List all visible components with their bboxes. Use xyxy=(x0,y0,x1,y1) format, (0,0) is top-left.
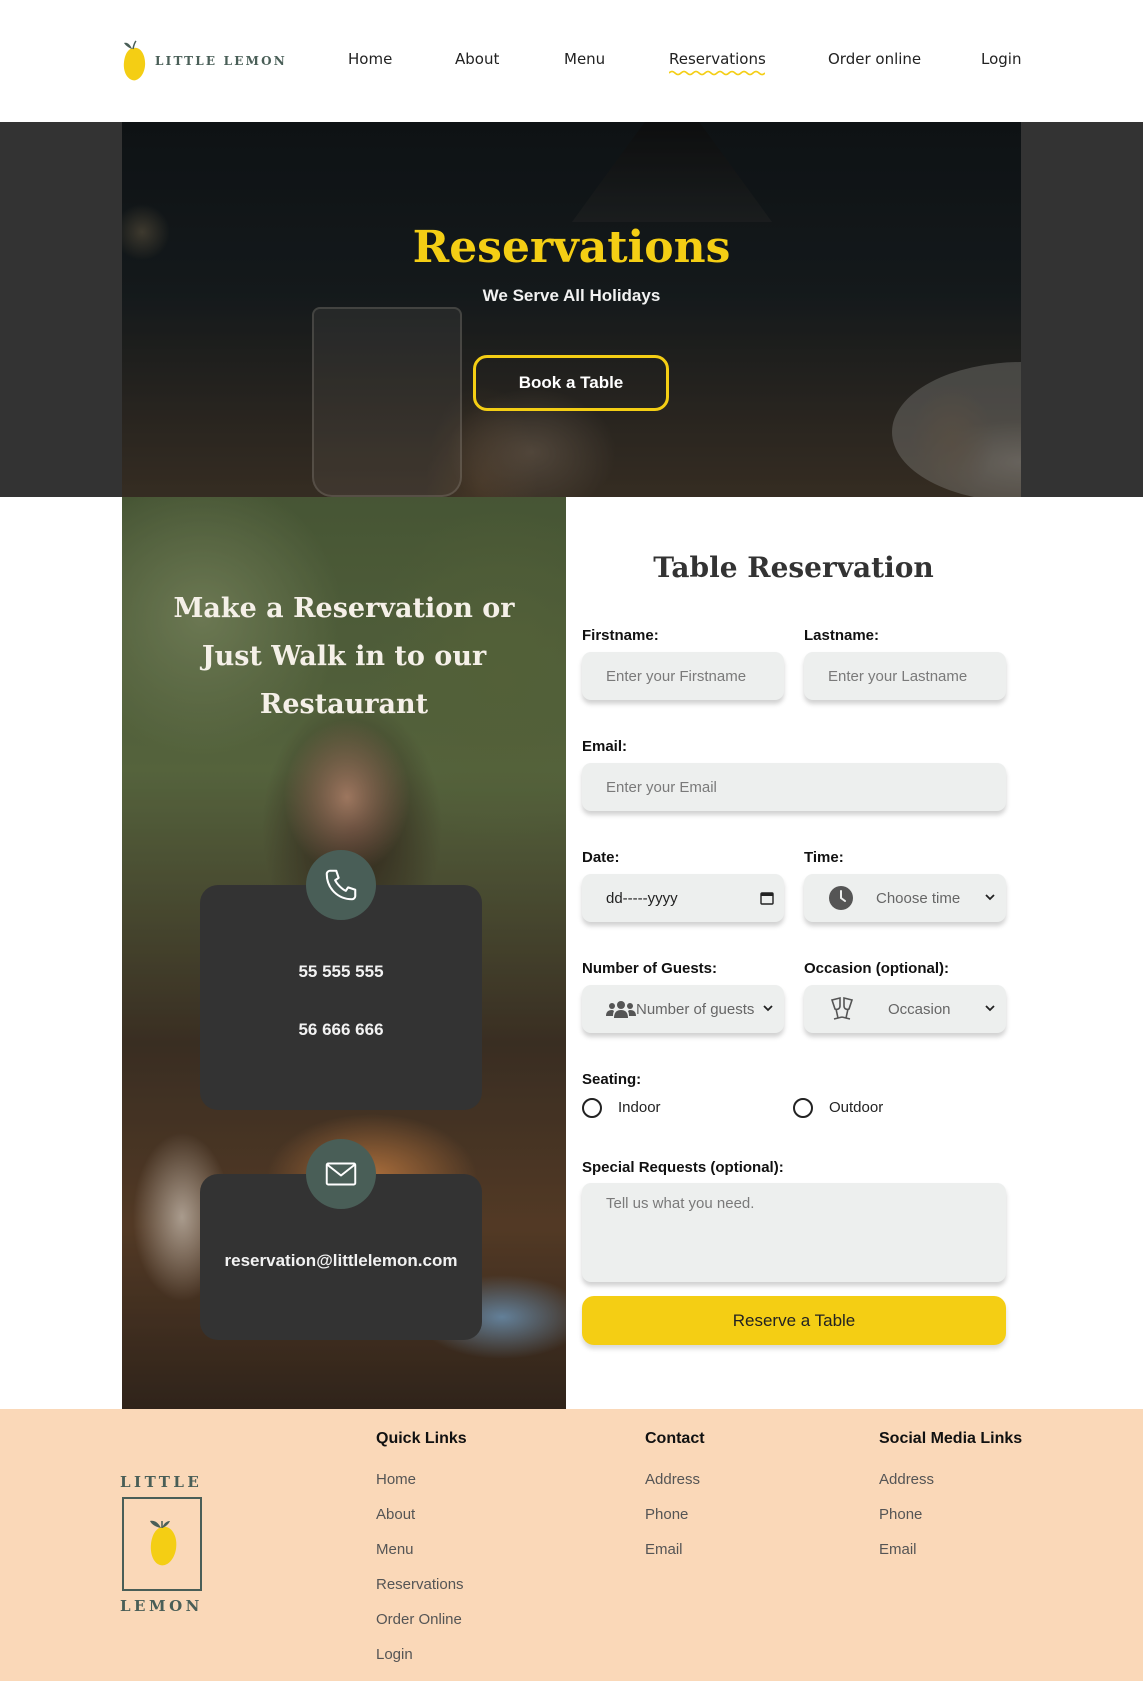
time-select[interactable]: Choose time xyxy=(804,874,1006,922)
date-input[interactable]: dd-----yyyy xyxy=(582,874,784,922)
email-card: reservation@littlelemon.com xyxy=(200,1139,482,1340)
footer-social-address[interactable]: Address xyxy=(879,1471,934,1488)
guests-select[interactable]: Number of guests xyxy=(582,985,784,1033)
guests-placeholder: Number of guests xyxy=(636,1000,755,1018)
site-footer: LITTLE LEMON Quick Links Home About Menu… xyxy=(0,1409,1143,1681)
phone-number-1[interactable]: 55 555 555 xyxy=(200,962,482,982)
contact-panel: Make a Reservation or Just Walk in to ou… xyxy=(122,497,566,1409)
time-label: Time: xyxy=(804,849,844,866)
email-input[interactable] xyxy=(606,778,1006,796)
footer-social-email[interactable]: Email xyxy=(879,1541,917,1558)
footer-link-login[interactable]: Login xyxy=(376,1646,413,1663)
footer-logo[interactable]: LITTLE LEMON xyxy=(120,1473,204,1615)
hero-section: Reservations We Serve All Holidays Book … xyxy=(0,122,1143,497)
footer-contact-address[interactable]: Address xyxy=(645,1471,700,1488)
seating-indoor-radio[interactable] xyxy=(582,1098,602,1118)
lastname-label: Lastname: xyxy=(804,627,880,644)
hero-subtitle: We Serve All Holidays xyxy=(482,286,661,305)
seating-indoor-label[interactable]: Indoor xyxy=(618,1099,661,1116)
chevron-down-icon xyxy=(985,1005,995,1012)
cheers-icon xyxy=(830,996,854,1020)
footer-contact-heading: Contact xyxy=(645,1430,705,1447)
time-placeholder: Choose time xyxy=(876,889,961,907)
seating-outdoor-label[interactable]: Outdoor xyxy=(829,1099,883,1116)
footer-link-about[interactable]: About xyxy=(376,1506,415,1523)
footer-link-reservations[interactable]: Reservations xyxy=(376,1576,464,1593)
footer-logo-bottom: LEMON xyxy=(120,1597,203,1615)
requests-textarea[interactable] xyxy=(606,1195,1006,1246)
footer-logo-top: LITTLE xyxy=(120,1473,203,1491)
nav-menu[interactable]: Menu xyxy=(564,50,605,68)
hero-background-image xyxy=(122,122,1021,497)
occasion-label: Occasion (optional): xyxy=(804,960,950,977)
footer-contact-email[interactable]: Email xyxy=(645,1541,683,1558)
requests-label: Special Requests (optional): xyxy=(582,1159,784,1176)
occasion-select[interactable]: Occasion xyxy=(804,985,1006,1033)
nav-home[interactable]: Home xyxy=(348,50,392,68)
chevron-down-icon xyxy=(763,1005,773,1012)
footer-quick-links-heading: Quick Links xyxy=(376,1430,467,1447)
requests-field[interactable] xyxy=(582,1183,1006,1282)
date-label: Date: xyxy=(582,849,620,866)
seating-outdoor-radio[interactable] xyxy=(793,1098,813,1118)
occasion-placeholder: Occasion xyxy=(888,1000,951,1018)
chevron-down-icon xyxy=(985,894,995,901)
lemon-logo-icon xyxy=(121,40,147,82)
lastname-input[interactable] xyxy=(828,667,1006,685)
lastname-field[interactable] xyxy=(804,652,1006,700)
clock-icon xyxy=(829,886,853,910)
contact-email[interactable]: reservation@littlelemon.com xyxy=(200,1251,482,1271)
nav-order-online[interactable]: Order online xyxy=(828,50,921,68)
mail-icon xyxy=(306,1139,376,1209)
contact-panel-title: Make a Reservation or Just Walk in to ou… xyxy=(173,593,515,720)
nav-reservations[interactable]: Reservations xyxy=(669,50,766,76)
guests-label: Number of Guests: xyxy=(582,960,718,977)
footer-link-menu[interactable]: Menu xyxy=(376,1541,414,1558)
footer-social-phone[interactable]: Phone xyxy=(879,1506,922,1523)
calendar-icon[interactable] xyxy=(760,891,774,905)
phone-number-2[interactable]: 56 666 666 xyxy=(200,1020,482,1040)
firstname-field[interactable] xyxy=(582,652,784,700)
site-logo[interactable]: LITTLE LEMON xyxy=(121,40,287,82)
hero-title: Reservations xyxy=(412,222,731,273)
users-icon xyxy=(606,1001,636,1018)
lemon-logo-icon xyxy=(122,1497,202,1591)
footer-link-order-online[interactable]: Order Online xyxy=(376,1611,462,1628)
active-underline xyxy=(669,70,765,76)
site-header: LITTLE LEMON Home About Menu Reservation… xyxy=(0,0,1143,122)
email-label: Email: xyxy=(582,738,628,755)
form-title: Table Reservation xyxy=(653,551,934,584)
phone-card: 55 555 555 56 666 666 xyxy=(200,850,482,1110)
firstname-input[interactable] xyxy=(606,667,784,685)
reserve-table-button[interactable]: Reserve a Table xyxy=(582,1296,1006,1345)
email-field[interactable] xyxy=(582,763,1006,811)
phone-icon xyxy=(306,850,376,920)
nav-reservations-label: Reservations xyxy=(669,50,766,68)
nav-about[interactable]: About xyxy=(455,50,499,68)
nav-login[interactable]: Login xyxy=(981,50,1021,68)
seating-label: Seating: xyxy=(582,1071,642,1088)
firstname-label: Firstname: xyxy=(582,627,659,644)
logo-text: LITTLE LEMON xyxy=(155,54,287,68)
footer-link-home[interactable]: Home xyxy=(376,1471,416,1488)
footer-contact-phone[interactable]: Phone xyxy=(645,1506,688,1523)
date-value: dd-----yyyy xyxy=(606,889,678,907)
book-table-button[interactable]: Book a Table xyxy=(473,355,669,411)
footer-social-heading: Social Media Links xyxy=(879,1430,1023,1447)
